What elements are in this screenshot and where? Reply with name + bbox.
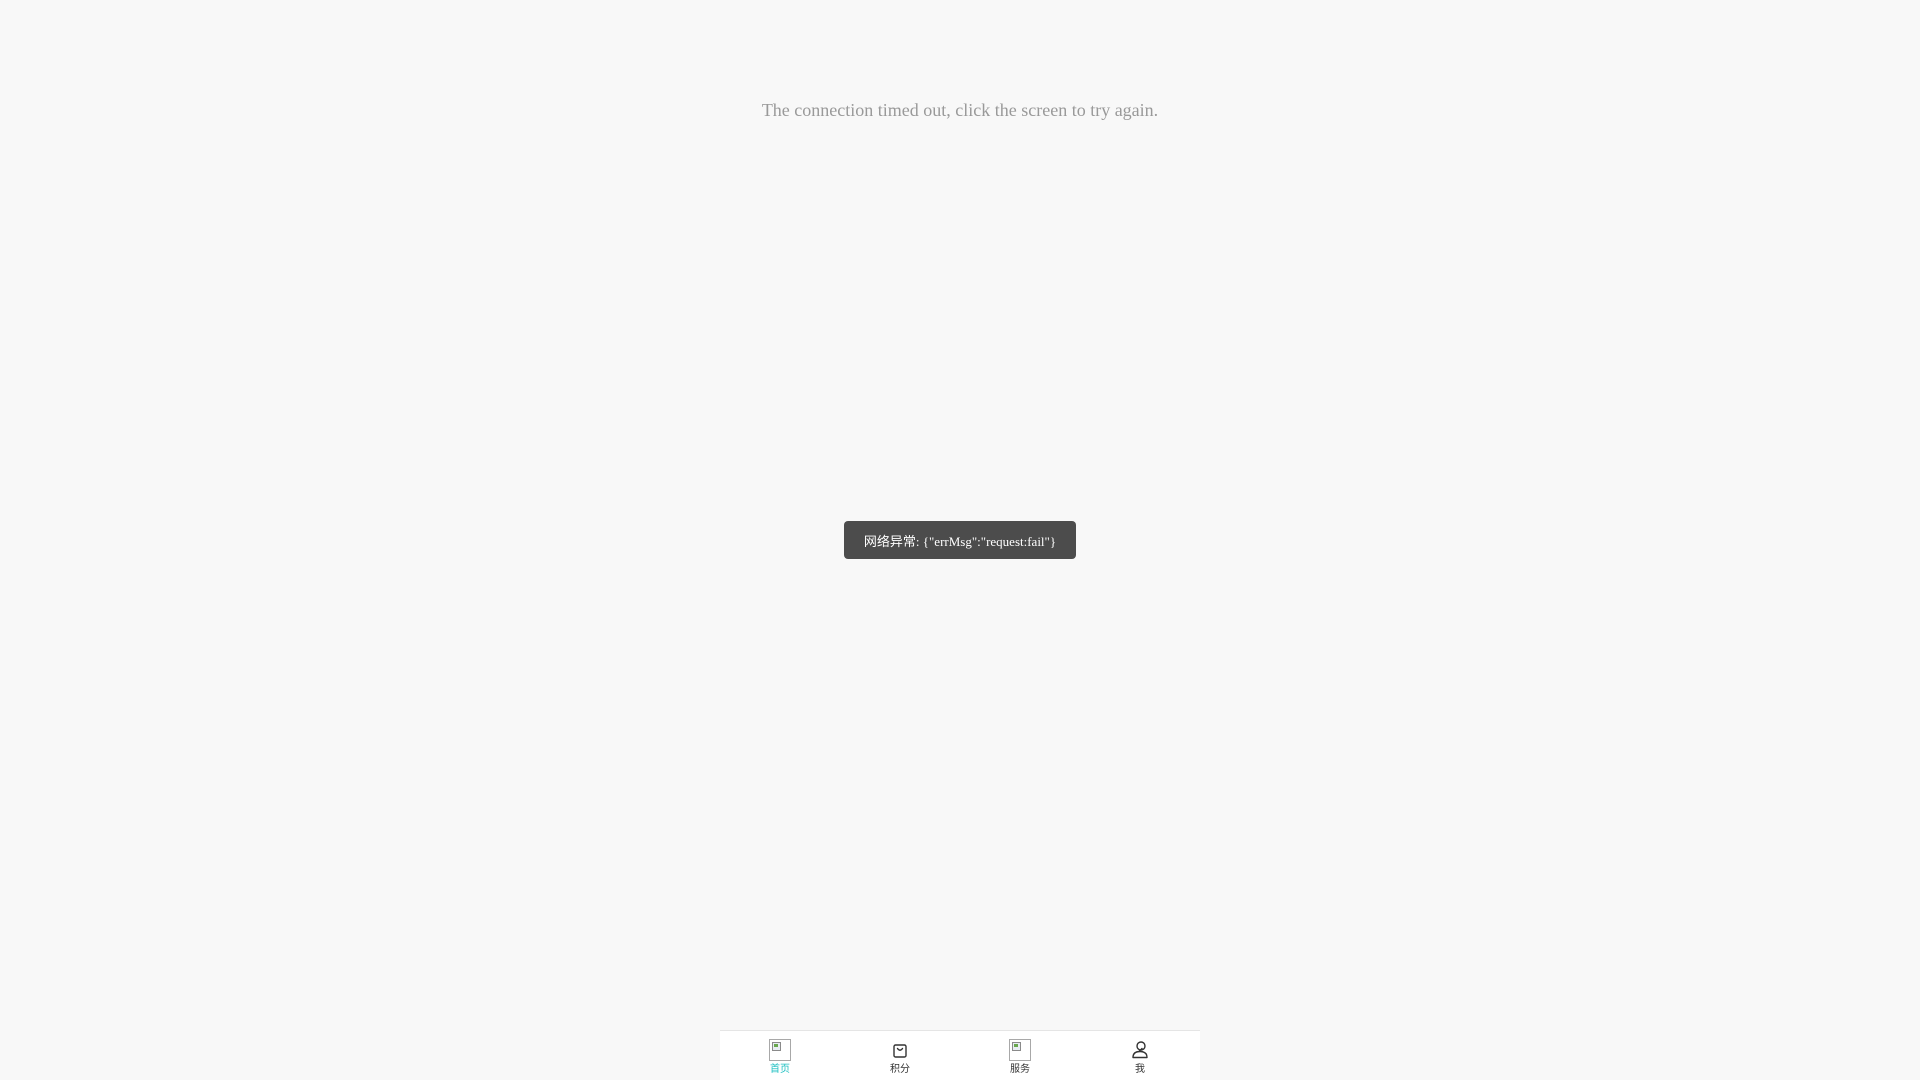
tab-home[interactable]: 首页 — [720, 1031, 840, 1080]
tab-me[interactable]: 我 — [1080, 1031, 1200, 1080]
tab-points-label: 积分 — [890, 1064, 910, 1075]
broken-image-icon — [1008, 1038, 1032, 1062]
bottom-tab-bar: 首页 积分 服务 我 — [720, 1030, 1200, 1080]
connection-timeout-message[interactable]: The connection timed out, click the scre… — [0, 98, 1920, 122]
toast-text: 网络异常: {"errMsg":"request:fail"} — [863, 533, 1057, 549]
shopping-bag-icon — [888, 1038, 912, 1062]
tab-service[interactable]: 服务 — [960, 1031, 1080, 1080]
tab-service-label: 服务 — [1010, 1064, 1030, 1075]
tab-home-label: 首页 — [770, 1064, 790, 1075]
network-error-toast: 网络异常: {"errMsg":"request:fail"} — [844, 521, 1076, 559]
broken-image-icon — [768, 1038, 792, 1062]
tab-me-label: 我 — [1135, 1064, 1145, 1075]
tab-points[interactable]: 积分 — [840, 1031, 960, 1080]
user-icon — [1128, 1038, 1152, 1062]
retry-screen[interactable]: The connection timed out, click the scre… — [0, 0, 1920, 1080]
